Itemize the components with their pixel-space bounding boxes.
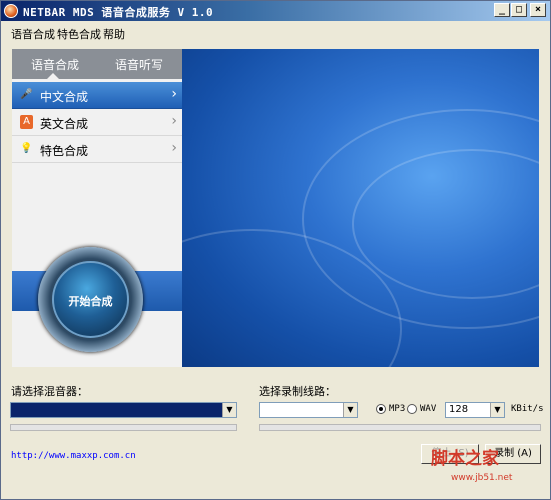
sidebar-item-label: 中文合成 [40, 90, 89, 104]
start-synthesis-button[interactable]: 开始合成 [38, 247, 143, 352]
wav-label: WAV [420, 404, 437, 414]
menu-speech-synthesis[interactable]: 语音合成 [11, 26, 55, 42]
close-button[interactable]: × [530, 3, 546, 17]
mp3-radio[interactable] [376, 404, 386, 414]
bitrate-select[interactable]: 128 ▼ [445, 402, 505, 418]
watermark-logo: 脚本之家 [431, 449, 499, 469]
menu-help[interactable]: 帮助 [103, 26, 125, 42]
sidebar-item-english[interactable]: A 英文合成 › [12, 109, 182, 136]
sidebar-item-label: 特色合成 [40, 144, 89, 158]
chevron-down-icon[interactable]: ▼ [222, 403, 236, 417]
chevron-right-icon: › [171, 140, 177, 156]
menu-special-synthesis[interactable]: 特色合成 [57, 26, 101, 42]
recording-level-bar [259, 424, 541, 431]
sidebar-item-chinese[interactable]: 🎤 中文合成 › [12, 82, 182, 109]
chevron-down-icon[interactable]: ▼ [343, 403, 357, 417]
start-synthesis-label: 开始合成 [68, 295, 113, 308]
mixer-select[interactable]: ▼ [10, 402, 237, 418]
bitrate-value: 128 [449, 404, 469, 415]
wav-radio[interactable] [407, 404, 417, 414]
minimize-button[interactable]: _ [494, 3, 510, 17]
line-select[interactable]: ▼ [259, 402, 358, 418]
watermark-url: www.jb51.net [451, 473, 513, 483]
bitrate-unit: KBit/s [511, 404, 544, 414]
sidebar-item-special[interactable]: 💡 特色合成 › [12, 136, 182, 163]
sidebar-tabs: 语音合成 语音听写 [12, 49, 182, 79]
microphone-icon: 🎤 [20, 89, 33, 100]
chevron-right-icon: › [171, 86, 177, 102]
website-link[interactable]: http://www.maxxp.com.cn [11, 451, 136, 461]
line-label: 选择录制线路： [259, 385, 336, 398]
letter-a-icon: A [20, 115, 33, 129]
menu-bar: 语音合成 特色合成 帮助 [1, 21, 550, 43]
app-window: NETBAR MDS 语音合成服务 V 1.0 _ □ × 语音合成 特色合成 … [0, 0, 551, 500]
mixer-level-bar [10, 424, 237, 431]
banner-image [182, 49, 539, 367]
tab-speech-dictation[interactable]: 语音听写 [115, 56, 163, 73]
chevron-down-icon[interactable]: ▼ [490, 403, 504, 417]
title-bar[interactable]: NETBAR MDS 语音合成服务 V 1.0 _ □ × [1, 1, 550, 21]
maximize-button[interactable]: □ [511, 3, 527, 17]
tab-speech-synthesis[interactable]: 语音合成 [31, 56, 79, 73]
sidebar-item-label: 英文合成 [40, 117, 89, 131]
sidebar: 语音合成 语音听写 🎤 中文合成 › A 英文合成 › 💡 特色合成 › 开始合… [12, 49, 182, 367]
chevron-right-icon: › [171, 113, 177, 129]
mp3-label: MP3 [389, 404, 406, 414]
window-title: NETBAR MDS 语音合成服务 V 1.0 [23, 6, 214, 19]
lightbulb-icon: 💡 [20, 143, 33, 154]
app-icon[interactable] [4, 4, 18, 18]
active-tab-caret [47, 73, 59, 79]
mixer-label: 请选择混音器： [11, 385, 88, 398]
